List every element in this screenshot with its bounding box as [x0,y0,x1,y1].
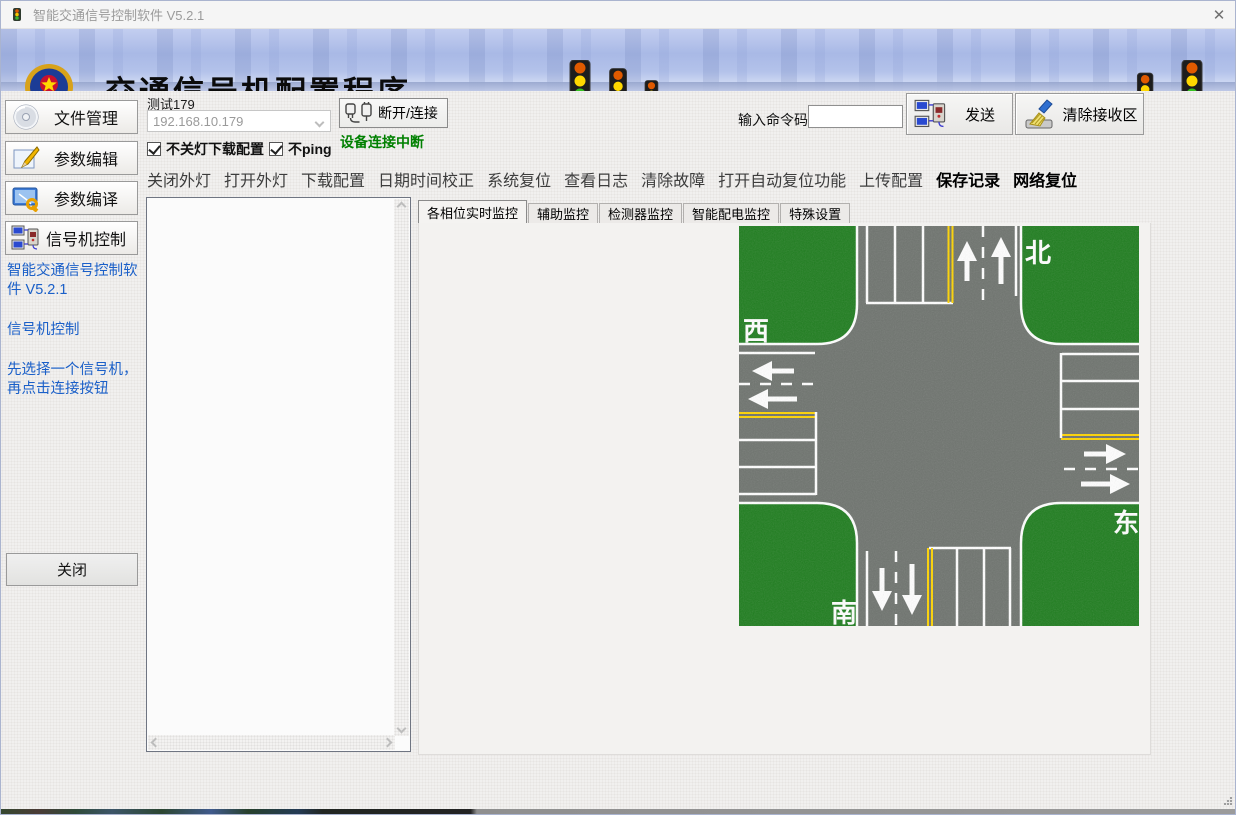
no-lights-off-label: 不关灯下载配置 [166,139,264,159]
titlebar: 智能交通信号控制软件 V5.2.1 ✕ [1,1,1236,29]
menu-item-clear-fault[interactable]: 清除故障 [641,167,705,191]
menu-item-view-log[interactable]: 查看日志 [564,167,628,191]
banner: 交通信号机配置程序 [1,29,1236,91]
sidebar-button-signal-control[interactable]: 信号机控制 [5,221,138,255]
no-ping-label: 不ping [288,139,332,159]
sidebar-button-file-management[interactable]: 文件管理 [5,100,138,134]
traffic-lights-decoration-right [1127,60,1223,91]
connect-disconnect-button[interactable]: 断开/连接 [339,98,448,128]
sidebar-info-hint: 先选择一个信号机，再点击连接按钮 [7,361,138,399]
menu-item-open-lights[interactable]: 打开外灯 [224,167,288,191]
window-title: 智能交通信号控制软件 V5.2.1 [33,5,204,24]
clear-receive-area-button[interactable]: 清除接收区 [1015,93,1144,135]
connection-status-text: 设备连接中断 [340,132,424,152]
tab-detector-monitor[interactable]: 检测器监控 [599,203,682,223]
command-code-input[interactable] [808,105,903,128]
receive-area-listbox[interactable] [146,197,411,752]
resize-grip[interactable] [1224,797,1232,805]
clear-receive-area-label: 清除接收区 [1057,104,1143,125]
computers-icon [914,98,948,130]
computers-icon [11,224,41,252]
tab-label: 特殊设置 [789,204,841,223]
menu-item-save-record[interactable]: 保存记录 [936,167,1000,191]
scroll-left-icon[interactable] [148,735,163,750]
connect-disconnect-label: 断开/连接 [378,103,438,123]
ip-address-value: 192.168.10.179 [153,114,243,129]
noise-overlay [739,226,1139,626]
traffic-light-app-icon [9,7,25,23]
send-button-label: 发送 [948,104,1012,125]
sidebar-info: 智能交通信号控制软件 V5.2.1 信号机控制 先选择一个信号机，再点击连接按钮 [7,262,138,420]
checkbox-box[interactable] [147,142,161,156]
intersection-map: 北 西 东 南 [739,226,1139,626]
police-badge-icon [21,62,77,91]
tab-label: 智能配电监控 [692,204,770,223]
vertical-scrollbar[interactable] [394,199,409,736]
close-app-button[interactable]: 关闭 [6,553,138,586]
close-icon[interactable]: ✕ [1201,1,1236,29]
sidebar-button-param-edit[interactable]: 参数编辑 [5,141,138,175]
sidebar-button-param-compile[interactable]: 参数编译 [5,181,138,215]
horizontal-scrollbar[interactable] [148,735,395,750]
tab-special-settings[interactable]: 特殊设置 [780,203,850,223]
compile-icon [11,184,41,212]
sidebar-info-mode: 信号机控制 [7,321,138,340]
menu-item-close-lights[interactable]: 关闭外灯 [147,167,211,191]
sidebar-button-label: 参数编辑 [41,146,131,170]
close-app-button-label: 关闭 [57,559,87,580]
scroll-right-icon[interactable] [380,735,395,750]
chevron-down-icon [315,118,325,128]
bottom-banner-strip [1,809,1236,815]
tab-label: 检测器监控 [608,204,673,223]
command-code-label: 输入命令码 [738,110,808,130]
menu-item-download-config[interactable]: 下载配置 [301,167,365,191]
traffic-lights-decoration-left [567,60,671,91]
no-lights-off-checkbox[interactable]: 不关灯下载配置 [147,139,264,159]
send-button[interactable]: 发送 [906,93,1013,135]
broom-icon [1023,98,1057,130]
checkbox-box[interactable] [269,142,283,156]
monitor-tabs: 各相位实时监控 辅助监控 检测器监控 智能配电监控 特殊设置 [418,200,851,223]
scroll-down-icon[interactable] [394,721,409,736]
cd-icon [11,103,41,131]
plug-connector-icon [344,101,374,125]
tab-smart-power-monitor[interactable]: 智能配电监控 [683,203,779,223]
sidebar-button-label: 文件管理 [41,105,131,129]
menu-item-network-reset[interactable]: 网络复位 [1013,167,1077,191]
sidebar-info-version: 智能交通信号控制软件 V5.2.1 [7,262,138,300]
menu-item-upload-config[interactable]: 上传配置 [859,167,923,191]
tab-label: 各相位实时监控 [427,203,518,222]
sidebar-button-label: 参数编译 [41,186,131,210]
pencil-icon [11,144,41,172]
scroll-up-icon[interactable] [394,199,409,214]
menu-item-system-reset[interactable]: 系统复位 [487,167,551,191]
menu-item-datetime-calibrate[interactable]: 日期时间校正 [378,167,474,191]
app-window: 智能交通信号控制软件 V5.2.1 ✕ 交通信号机配置程序 [0,0,1236,815]
menu-item-auto-reset[interactable]: 打开自动复位功能 [718,167,846,191]
banner-title: 交通信号机配置程序 [105,67,411,91]
no-ping-checkbox[interactable]: 不ping [269,139,332,159]
command-menu: 关闭外灯 打开外灯 下载配置 日期时间校正 系统复位 查看日志 清除故障 打开自… [147,169,1157,189]
ip-address-select[interactable]: 192.168.10.179 [147,110,331,132]
sidebar-button-label: 信号机控制 [41,226,131,250]
tab-auxiliary-monitor[interactable]: 辅助监控 [528,203,598,223]
tab-label: 辅助监控 [537,204,589,223]
tab-realtime-phase-monitor[interactable]: 各相位实时监控 [418,200,527,223]
